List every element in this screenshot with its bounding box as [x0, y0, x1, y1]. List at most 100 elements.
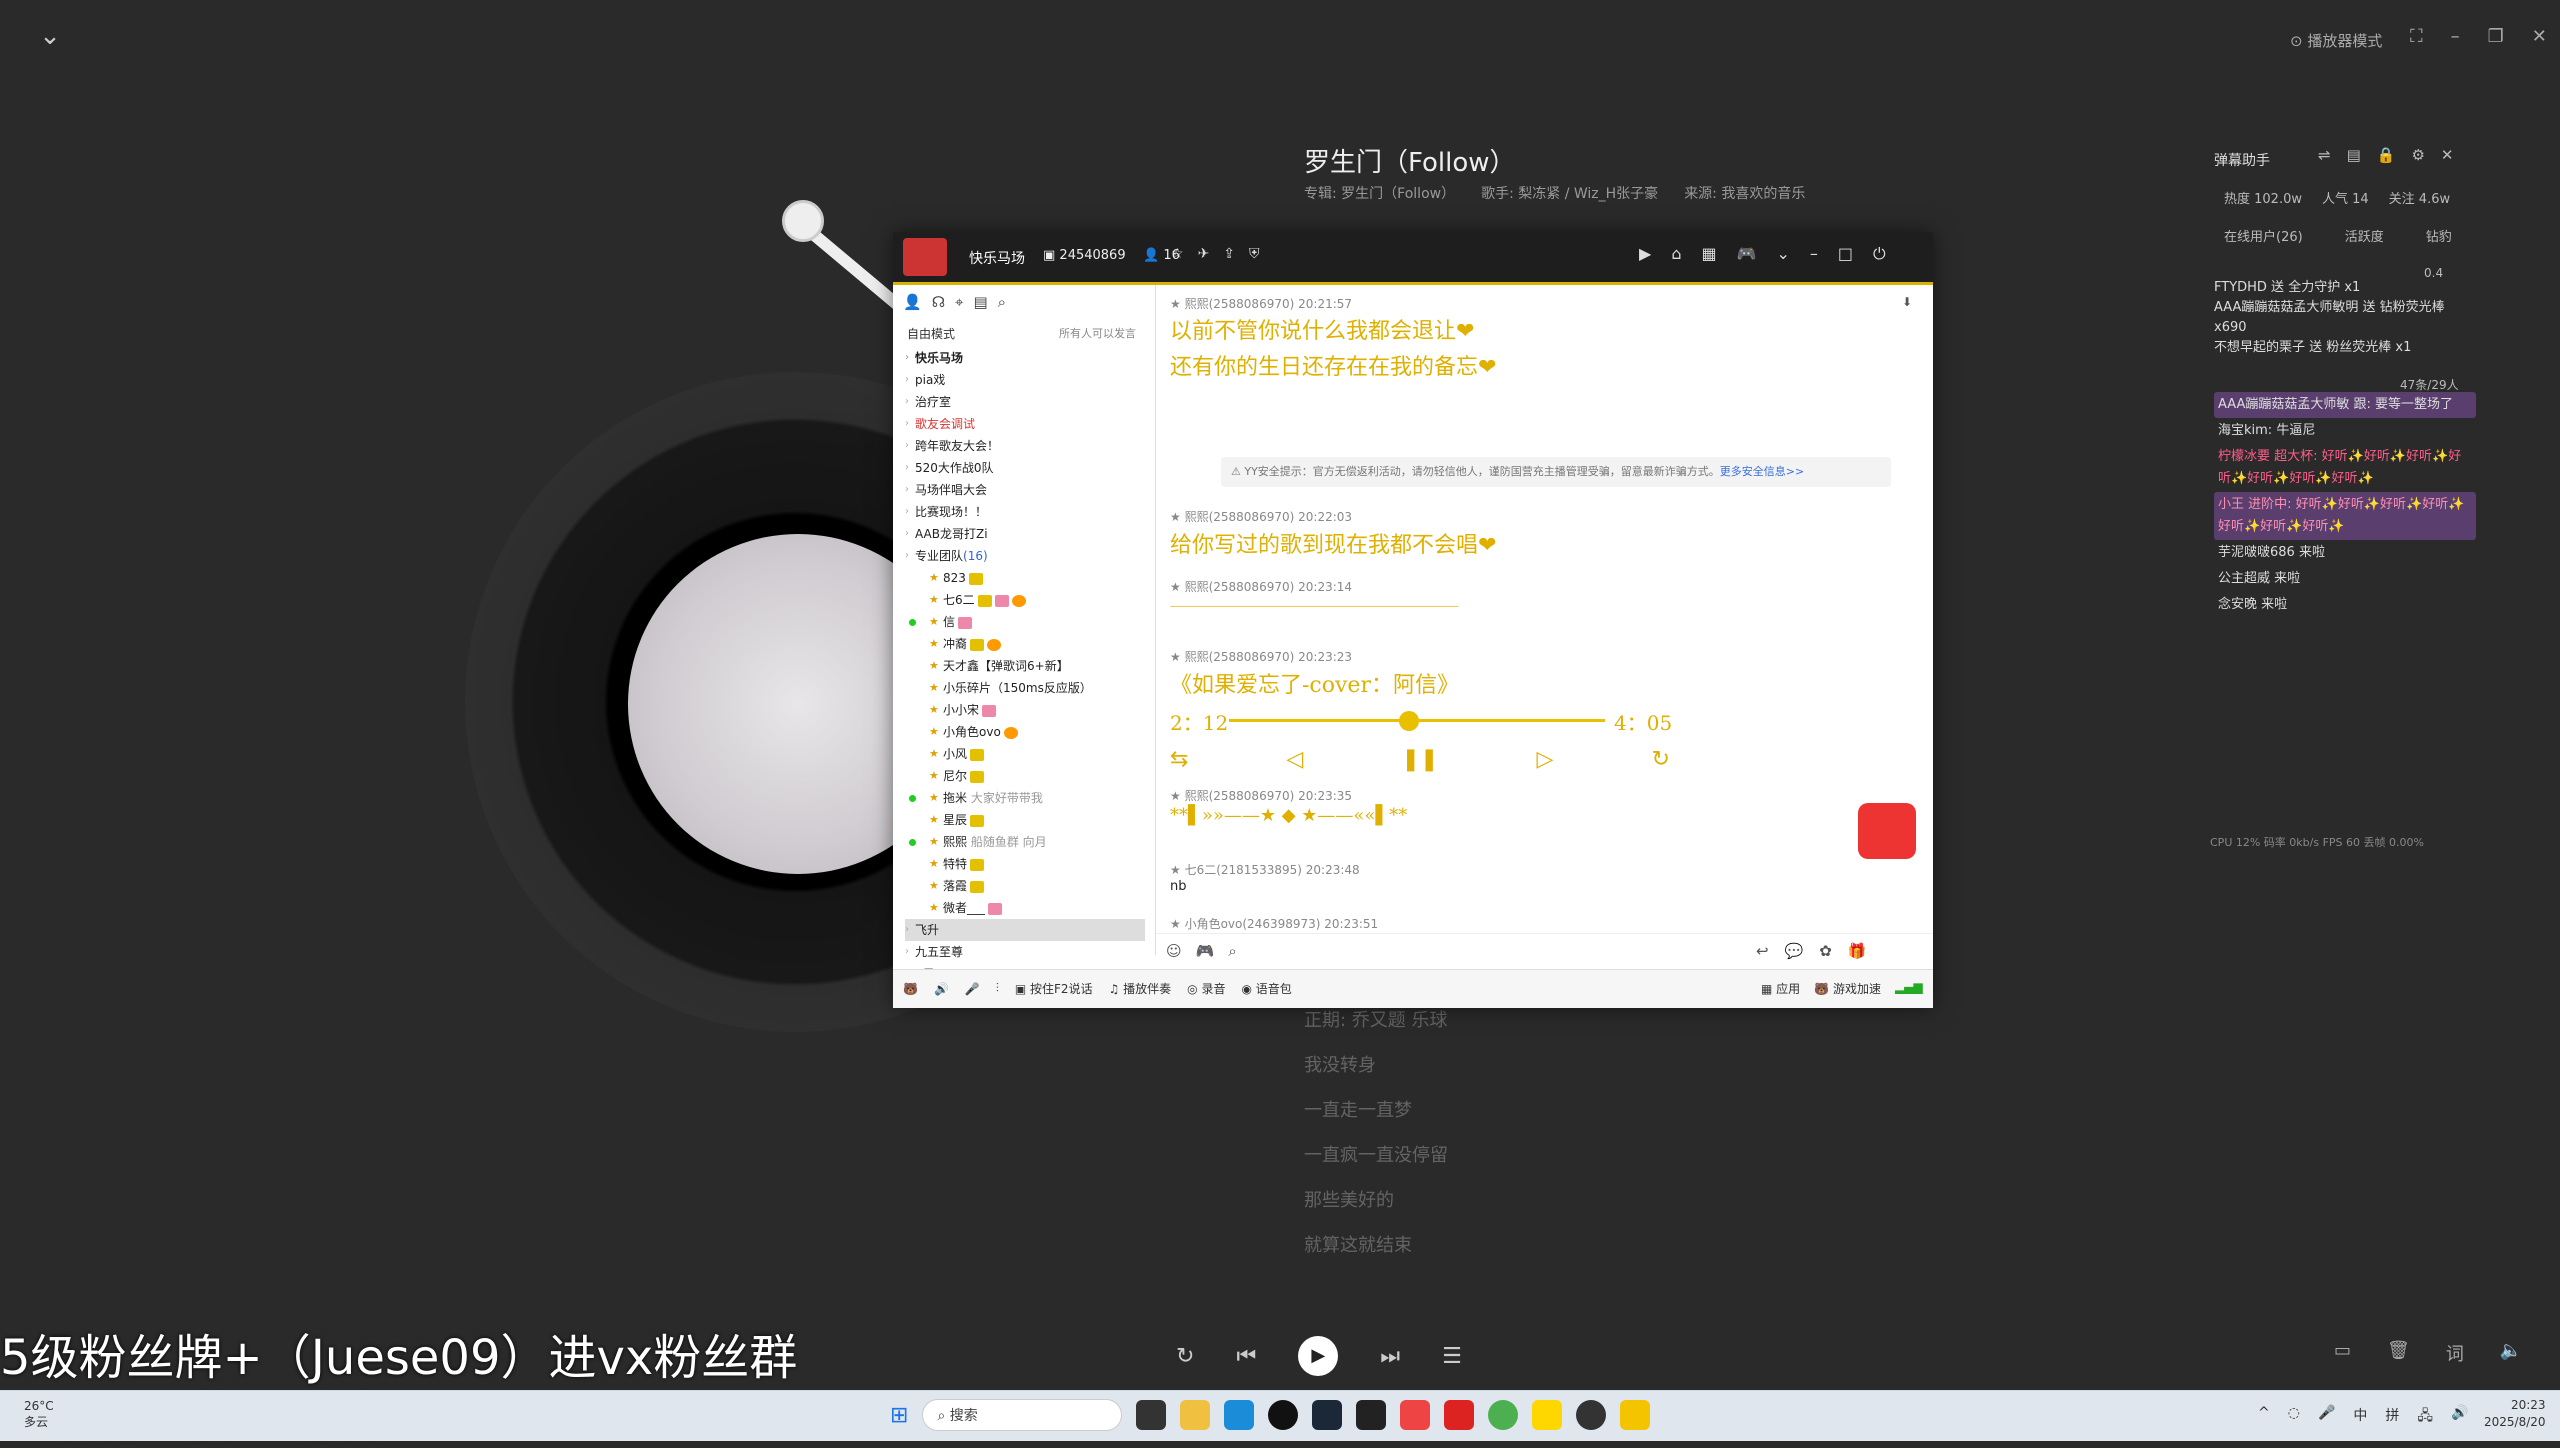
emoji-icon[interactable]: ☺ — [1166, 942, 1182, 960]
network-icon[interactable]: 🖧 — [2417, 1405, 2433, 1429]
tray-app-icon[interactable]: ◌ — [2288, 1405, 2300, 1429]
song-album[interactable]: 专辑: 罗生门（Follow） — [1304, 183, 1455, 203]
app-icon[interactable] — [1532, 1400, 1563, 1430]
member-item[interactable]: 信 — [905, 611, 1145, 633]
channel-item[interactable]: 歌友会调试 — [905, 413, 1145, 435]
obs-icon[interactable] — [1576, 1400, 1607, 1430]
song-source[interactable]: 来源: 我喜欢的音乐 — [1684, 183, 1805, 203]
channel-item[interactable]: 治疗室 — [905, 391, 1145, 413]
msg-user[interactable]: 熙熙(2588086970) — [1185, 650, 1295, 664]
terminal-icon[interactable] — [1356, 1400, 1387, 1430]
ime-mode[interactable]: 中 — [2353, 1405, 2367, 1429]
repeat-icon[interactable]: ⇆ — [1170, 747, 1188, 772]
prev-icon[interactable]: ◁ — [1287, 747, 1304, 772]
msg-user[interactable]: 熙熙(2588086970) — [1185, 789, 1295, 803]
channel-item[interactable]: 跨年歌友大会！ — [905, 435, 1145, 457]
member-item[interactable]: 尼尔 — [905, 765, 1145, 787]
channel-item[interactable]: 马场伴唱大会 — [905, 479, 1145, 501]
note-icon[interactable]: ▤ — [973, 293, 987, 311]
power-icon[interactable]: ⏻ — [1873, 244, 1886, 264]
close-icon[interactable]: ✕ — [2532, 26, 2547, 47]
member-item[interactable]: 微者___ — [905, 897, 1145, 919]
bubble-icon[interactable]: 💬 — [1785, 942, 1804, 960]
app-icon[interactable] — [1268, 1400, 1299, 1430]
tab-online-users[interactable]: 在线用户(26) — [2224, 226, 2303, 245]
speaker-icon[interactable]: 🔊 — [934, 982, 949, 996]
clock[interactable]: 20:23 2025/8/20 — [2484, 1397, 2546, 1431]
channel-item-selected[interactable]: 飞升 — [905, 919, 1145, 941]
star-icon[interactable]: ☆ — [1171, 246, 1184, 262]
channel-item[interactable]: 快乐马场 — [905, 347, 1145, 369]
location-icon[interactable]: ⌖ — [955, 293, 963, 311]
tray-mic-icon[interactable]: 🎤 — [2318, 1405, 2335, 1429]
chrome-icon[interactable] — [1488, 1400, 1519, 1430]
grid-icon[interactable]: ▦ — [1701, 244, 1716, 264]
quality-icon[interactable]: ▭ — [2334, 1340, 2351, 1366]
member-item[interactable]: 熙熙 船随鱼群 向月 — [905, 831, 1145, 853]
share-icon[interactable]: ⇪ — [1223, 246, 1235, 262]
yy-minimize-icon[interactable]: – — [1810, 244, 1818, 264]
speak-mode[interactable]: 自由模式 — [907, 325, 955, 342]
tab-activity[interactable]: 活跃度 — [2345, 226, 2384, 245]
previous-track-icon[interactable]: ⏮ — [1236, 1344, 1256, 1369]
tray-expand-icon[interactable]: ^ — [2258, 1405, 2270, 1429]
tab-diamond[interactable]: 钻豹 — [2426, 226, 2452, 245]
headset-icon[interactable]: ☊ — [932, 293, 945, 311]
rose-icon[interactable]: ✿ — [1819, 942, 1832, 960]
yy-maximize-icon[interactable]: □ — [1838, 244, 1853, 264]
pause-icon[interactable]: ❚❚ — [1402, 747, 1439, 772]
channel-item-expanded[interactable]: 专业团队(16) — [905, 545, 1145, 567]
volume-icon[interactable]: 🔈 — [2500, 1340, 2522, 1366]
member-item[interactable]: 天才鑫【弹歌词6+新】 — [905, 655, 1145, 677]
member-item[interactable]: 小风 — [905, 743, 1145, 765]
progress-handle[interactable] — [1399, 711, 1420, 731]
msg-user[interactable]: 小角色ovo(246398973) — [1185, 917, 1321, 931]
shield-icon[interactable]: ⛨ — [1249, 246, 1260, 262]
msg-user[interactable]: 七6二(2181533895) — [1185, 863, 1302, 877]
steam-icon[interactable] — [1312, 1400, 1343, 1430]
accompany-button[interactable]: ♫ 播放伴奏 — [1109, 980, 1172, 997]
weather-widget[interactable]: 26°C 多云 — [24, 1399, 54, 1430]
netease-music-icon[interactable] — [1444, 1400, 1475, 1430]
user-icon[interactable]: 👤 — [903, 293, 922, 311]
channel-item[interactable]: pia戏 — [905, 369, 1145, 391]
play-button[interactable]: ▶ — [1298, 1336, 1339, 1376]
search-emoji-icon[interactable]: ⌕ — [1228, 942, 1236, 960]
yy-logo-icon[interactable]: 🐻 — [903, 982, 918, 996]
next-track-icon[interactable]: ⏭ — [1380, 1344, 1400, 1369]
channel-item[interactable]: 九五至尊 — [905, 941, 1145, 963]
apps-button[interactable]: ▦ 应用 — [1761, 980, 1800, 997]
restore-icon[interactable]: ❐ — [2488, 26, 2504, 47]
home-icon[interactable]: ⌂ — [1671, 244, 1681, 264]
channel-avatar[interactable] — [903, 238, 947, 276]
voicepack-button[interactable]: ◉ 语音包 — [1241, 980, 1291, 997]
scroll-down-icon[interactable]: ⬇ — [1902, 295, 1912, 309]
msg-user[interactable]: 熙熙(2588086970) — [1185, 510, 1295, 524]
member-item[interactable]: 冲裔 — [905, 633, 1145, 655]
tray-volume-icon[interactable]: 🔊 — [2451, 1405, 2468, 1429]
record-button[interactable]: ◎ 录音 — [1187, 980, 1225, 997]
mixer-icon[interactable]: ⫶ — [996, 981, 999, 996]
dropdown-icon[interactable]: ⌄ — [1777, 244, 1790, 264]
member-item[interactable]: 823 — [905, 567, 1145, 589]
fullscreen-icon[interactable]: ⛶ — [2410, 26, 2423, 47]
channel-item[interactable]: 520大作战0队 — [905, 457, 1145, 479]
player-mode-button[interactable]: ⊙ 播放器模式 — [2290, 30, 2382, 51]
doc-icon[interactable]: ▤ — [2347, 146, 2361, 164]
channel-item[interactable]: 比赛现场！！ — [905, 501, 1145, 523]
danmaku-close-icon[interactable]: ✕ — [2441, 146, 2454, 164]
gamepad-icon[interactable]: 🎮 — [1737, 244, 1757, 264]
member-item[interactable]: 七6二 — [905, 589, 1145, 611]
filter-icon[interactable]: ⇌ — [2318, 146, 2331, 164]
taskbar-search[interactable]: ⌕ 搜索 — [922, 1399, 1123, 1431]
member-item[interactable]: 拖米 大家好带带我 — [905, 787, 1145, 809]
chat-input[interactable] — [1276, 938, 1796, 966]
task-view-icon[interactable] — [1136, 1400, 1167, 1430]
msg-user[interactable]: 熙熙(2588086970) — [1185, 580, 1295, 594]
member-item[interactable]: 小乐碎片（150ms反应版） — [905, 677, 1145, 699]
edge-icon[interactable] — [1224, 1400, 1255, 1430]
lock-icon[interactable]: 🔒 — [2377, 146, 2396, 164]
game-accel-button[interactable]: 🐻 游戏加速 — [1814, 980, 1881, 997]
member-item[interactable]: 小小宋 — [905, 699, 1145, 721]
trash-icon[interactable]: 🗑 — [2387, 1340, 2410, 1366]
